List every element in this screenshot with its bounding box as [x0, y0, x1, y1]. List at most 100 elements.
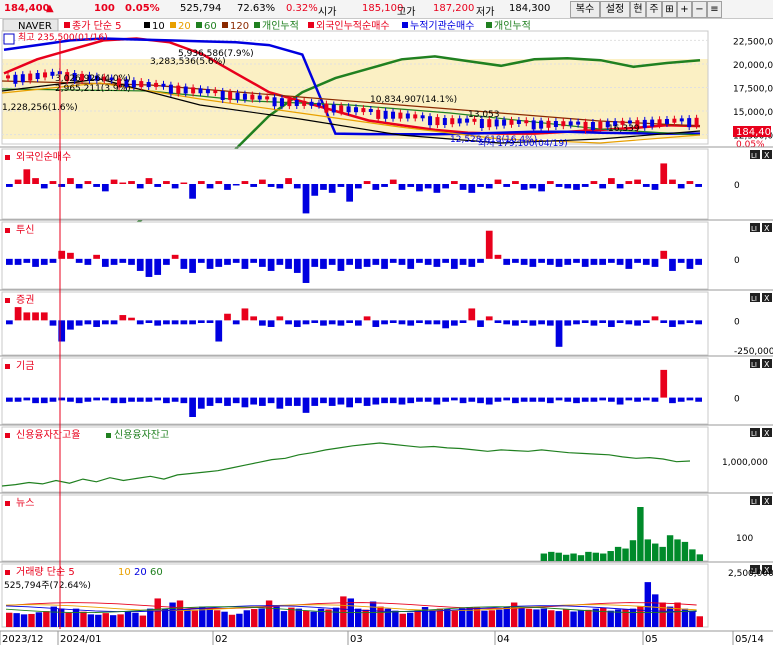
data-bar: [512, 320, 519, 326]
news-bar: [614, 546, 622, 561]
candle-body: [302, 100, 307, 106]
x-tick-label: 04: [497, 634, 510, 645]
volume-bar: [102, 613, 109, 627]
candle-body: [590, 122, 595, 130]
volume-bar: [176, 600, 184, 627]
data-bar: [669, 258, 676, 271]
candle-body: [13, 74, 18, 84]
data-bar: [171, 254, 179, 259]
candle-body: [316, 102, 321, 106]
candle-body: [368, 109, 373, 112]
price-annotation: 13,053: [468, 110, 500, 120]
candle-body: [502, 119, 507, 126]
data-bar: [49, 181, 57, 184]
news-bar: [652, 543, 659, 561]
y-tick-label: 0: [734, 395, 740, 405]
volume-bar: [548, 610, 555, 627]
candle-body: [428, 116, 433, 126]
data-bar: [267, 397, 275, 404]
candle-body: [43, 72, 48, 78]
week-button[interactable]: 주: [646, 1, 662, 18]
data-bar: [224, 184, 231, 190]
data-bar: [651, 258, 659, 267]
data-bar: [625, 258, 633, 269]
panel-button-li-text: LI: [751, 152, 757, 160]
panel-title: 투신: [16, 224, 34, 236]
data-bar: [119, 315, 127, 321]
data-bar: [686, 397, 694, 401]
data-bar: [189, 320, 196, 325]
y-tick-label: 0: [734, 317, 740, 327]
chart-svg[interactable]: NAVER 종가 단순 5 10 20 60 120 개인누적 외국인누적순매수 누적기관순매…: [0, 18, 773, 647]
data-bar: [468, 184, 476, 193]
data-bar: [206, 320, 214, 323]
data-bar: [84, 258, 92, 265]
candle-body: [257, 95, 262, 100]
candle-body: [265, 96, 270, 100]
candle-body: [494, 119, 499, 127]
data-bar: [389, 320, 397, 323]
legend-item: 누적기관순매수: [410, 20, 474, 32]
data-bar: [32, 397, 39, 404]
data-bar: [520, 397, 528, 402]
news-bar: [696, 554, 703, 561]
data-bar: [381, 184, 388, 187]
zoom-out-icon[interactable]: −: [692, 1, 707, 18]
settings-button[interactable]: 설정: [600, 1, 630, 18]
volume-bar: [109, 615, 117, 627]
data-bar: [407, 320, 415, 326]
data-bar: [677, 397, 685, 402]
data-bar: [546, 397, 554, 404]
panel-title: 증권: [16, 294, 34, 306]
volume-bar: [629, 608, 637, 627]
news-bar: [666, 535, 674, 561]
volume-bar: [659, 602, 666, 627]
panel-legend-item: 60: [150, 567, 163, 578]
data-bar: [285, 320, 292, 325]
multi-button[interactable]: 복수: [570, 1, 600, 18]
data-bar: [634, 179, 641, 184]
volume-bar: [6, 612, 13, 627]
checkbox-icon[interactable]: [3, 33, 15, 45]
data-bar: [346, 258, 353, 265]
data-bar: [206, 184, 214, 189]
data-bar: [75, 320, 83, 326]
candle-body: [331, 104, 336, 113]
news-bar: [540, 553, 548, 561]
data-bar: [677, 258, 685, 263]
menu-icon[interactable]: ≡: [707, 1, 722, 18]
data-bar: [677, 320, 685, 325]
news-bar: [585, 551, 592, 561]
legend-swatch: [254, 22, 260, 28]
volume-bar: [518, 608, 525, 627]
candle-body: [420, 115, 425, 119]
chart-area[interactable]: NAVER 종가 단순 5 10 20 60 120 개인누적 외국인누적순매수 누적기관순매…: [0, 18, 773, 647]
data-bar: [14, 258, 22, 265]
news-bar: [555, 552, 562, 561]
data-bar: [171, 320, 179, 325]
grid-icon[interactable]: ⊞: [662, 1, 677, 18]
data-bar: [197, 181, 205, 184]
data-bar: [232, 258, 240, 263]
candle-body: [361, 108, 366, 113]
data-bar: [512, 397, 519, 404]
candle-body: [213, 90, 218, 94]
volume-bar: [622, 609, 629, 627]
data-bar: [197, 397, 205, 409]
data-bar: [84, 181, 92, 184]
data-bar: [14, 179, 22, 184]
data-bar: [355, 397, 362, 404]
zoom-in-icon[interactable]: +: [677, 1, 692, 18]
data-bar: [503, 258, 511, 265]
legend-swatch: [196, 22, 202, 28]
panel-button-li-text: LI: [751, 498, 757, 506]
data-bar: [206, 258, 214, 269]
data-bar: [459, 320, 467, 323]
data-bar: [555, 258, 563, 267]
current-button[interactable]: 현: [630, 1, 646, 18]
data-bar: [67, 178, 74, 184]
data-bar: [259, 179, 266, 184]
data-bar: [520, 258, 528, 265]
y-tick-label: 2,500,000: [728, 569, 773, 579]
data-bar: [224, 313, 231, 321]
